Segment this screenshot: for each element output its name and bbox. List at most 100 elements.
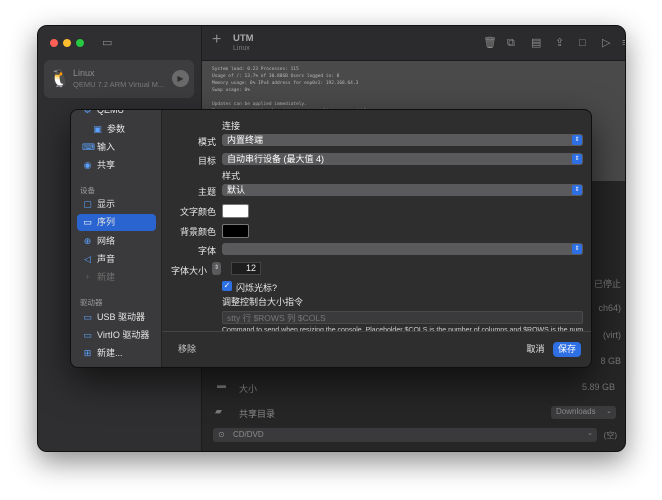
vm-subtitle: QEMU 7.2 ARM Virtual M... xyxy=(73,80,165,89)
minimize-window-button[interactable] xyxy=(63,39,71,47)
machine-value: (virt) xyxy=(603,330,621,340)
shared-dir-label: 共享目录 xyxy=(239,409,276,419)
resize-command-input[interactable] xyxy=(222,311,583,324)
console-line: Memory usage: 6% IPv4 address for enp0s1… xyxy=(212,81,359,86)
sidebar-item-label: 共享 xyxy=(97,160,116,170)
style-heading: 样式 xyxy=(222,171,241,181)
cd-label: CD/DVD xyxy=(233,430,264,439)
size-label: 大小 xyxy=(239,384,258,394)
cd-select[interactable]: ⊙ CD/DVD ⌄ xyxy=(213,428,597,442)
bg-color-well[interactable] xyxy=(222,224,249,238)
shared-dir-value: Downloads xyxy=(556,407,596,416)
stop-icon[interactable]: □ xyxy=(579,37,586,49)
vm-name: Linux xyxy=(73,68,95,78)
toolbar-title: UTM xyxy=(233,33,254,44)
font-size-stepper[interactable]: ⇕ xyxy=(212,262,221,275)
sidebar-item-label: 显示 xyxy=(97,199,116,209)
sidebar-item-label: 参数 xyxy=(107,124,126,134)
text-color-label: 文字颜色 xyxy=(179,207,216,217)
remove-button[interactable]: 移除 xyxy=(171,342,203,357)
font-size-label: 字体大小 xyxy=(170,266,207,276)
drive-icon: ▭ xyxy=(83,312,92,322)
size-icon: ▬ xyxy=(217,380,226,390)
sidebar-item-qemu[interactable]: ⚙ QEMU xyxy=(77,109,156,119)
sidebar-item-label: 序列 xyxy=(97,217,116,227)
clone-icon[interactable]: ⧉ xyxy=(507,37,515,49)
play-icon[interactable]: ▶ xyxy=(172,70,189,87)
serial-settings-dialog: ⚙ QEMU ▣ 参数 ⌨ 输入 ◉ 共享 设备 ▢ 显示 ▭ 序列 ⊕ 网络 … xyxy=(70,109,592,368)
display-icon: ▢ xyxy=(83,199,92,209)
chevron-down-icon: ⌄ xyxy=(606,408,612,415)
share-icon[interactable]: ⇪ xyxy=(555,37,564,49)
sidebar-item-virtio-drive[interactable]: ▭ VirtIO 驱动器 xyxy=(77,327,156,344)
run-icon[interactable]: ▷ xyxy=(602,37,610,49)
sound-icon: ◁ xyxy=(84,254,91,264)
mode-value: 内置终端 xyxy=(227,135,264,145)
disc-icon: ⊙ xyxy=(218,430,225,439)
settings-icon[interactable]: ≡ xyxy=(622,37,625,49)
sidebar-item-label: 声音 xyxy=(97,254,116,264)
console-line: Usage of /: 13.7% of 30.88GB Users logge… xyxy=(212,74,340,79)
close-window-button[interactable] xyxy=(50,39,58,47)
trash-icon[interactable]: 🗑 xyxy=(483,37,497,49)
blink-cursor-label: 闪烁光标? xyxy=(236,283,278,293)
font-select[interactable]: ⇕ xyxy=(222,243,583,255)
network-icon: ⊕ xyxy=(83,236,92,246)
target-label: 目标 xyxy=(197,156,216,166)
vm-list-item[interactable]: 🐧 Linux QEMU 7.2 ARM Virtual M... ▶ xyxy=(44,60,194,98)
sidebar-item-label: 网络 xyxy=(97,236,116,246)
theme-label: 主题 xyxy=(197,187,216,197)
console-line: System load: 0.23 Processes: 115 xyxy=(212,67,299,72)
cd-value: (空) xyxy=(603,431,617,440)
target-value: 自动串行设备 (最大值 4) xyxy=(227,154,325,164)
chevron-updown-icon: ⇕ xyxy=(572,185,582,195)
sidebar-item-display[interactable]: ▢ 显示 xyxy=(77,196,156,213)
chevron-updown-icon: ⇕ xyxy=(572,135,582,145)
sidebar-item-label: VirtIO 驱动器 xyxy=(97,330,150,340)
serial-icon: ▭ xyxy=(83,217,92,227)
mode-select[interactable]: 内置终端 ⇕ xyxy=(222,134,583,146)
cancel-button[interactable]: 取消 xyxy=(520,342,551,357)
sidebar-item-sharing[interactable]: ◉ 共享 xyxy=(77,157,156,174)
target-select[interactable]: 自动串行设备 (最大值 4) ⇕ xyxy=(222,153,583,165)
settings-sidebar: ⚙ QEMU ▣ 参数 ⌨ 输入 ◉ 共享 设备 ▢ 显示 ▭ 序列 ⊕ 网络 … xyxy=(71,109,162,367)
folder-icon: ▰ xyxy=(215,406,222,416)
theme-value: 默认 xyxy=(227,185,246,195)
linux-logo-icon: 🐧 xyxy=(49,69,71,88)
bg-color-label: 背景颜色 xyxy=(179,227,216,237)
drives-section-header: 驱动器 xyxy=(80,298,103,307)
arch-value: ch64) xyxy=(598,303,621,313)
status-value: 已停止 xyxy=(593,279,621,289)
text-color-well[interactable] xyxy=(222,204,249,218)
sidebar-item-serial[interactable]: ▭ 序列 xyxy=(77,214,156,231)
file-icon[interactable]: ▤ xyxy=(531,37,541,49)
size-value: 5.89 GB xyxy=(581,382,615,392)
toolbar-subtitle: Linux xyxy=(233,45,250,52)
shared-dir-select[interactable]: Downloads ⌄ xyxy=(551,406,616,419)
font-size-input[interactable]: 12 xyxy=(231,262,261,275)
chevron-updown-icon: ⇕ xyxy=(572,244,582,254)
blink-cursor-checkbox[interactable]: ✓ xyxy=(222,281,232,291)
console-line: Swap usage: 0% xyxy=(212,88,250,93)
sidebar-item-label: 新建... xyxy=(97,348,123,358)
share-icon: ◉ xyxy=(83,160,92,170)
sidebar-item-usb-drive[interactable]: ▭ USB 驱动器 xyxy=(77,309,156,326)
save-button[interactable]: 保存 xyxy=(553,342,581,357)
keyboard-icon: ⌨ xyxy=(82,142,95,152)
sidebar-item-new-drive[interactable]: ⊞ 新建... xyxy=(77,345,156,362)
resize-command-label: 调整控制台大小指令 xyxy=(222,297,304,307)
sidebar-item-network[interactable]: ⊕ 网络 xyxy=(77,233,156,250)
devices-section-header: 设备 xyxy=(80,186,95,195)
gear-icon: ⚙ xyxy=(83,109,92,115)
sidebar-item-input[interactable]: ⌨ 输入 xyxy=(77,139,156,156)
zoom-window-button[interactable] xyxy=(76,39,84,47)
chevron-updown-icon: ⇕ xyxy=(572,154,582,164)
list-icon: ▣ xyxy=(93,124,102,134)
theme-select[interactable]: 默认 ⇕ xyxy=(222,184,583,196)
memory-value: 8 GB xyxy=(600,356,621,366)
sidebar-item-label: QEMU xyxy=(97,109,124,115)
add-vm-button[interactable]: + xyxy=(212,32,221,48)
console-line: Updates can be applied immediately. xyxy=(212,102,307,107)
sidebar-item-label: 新建 xyxy=(97,272,116,282)
sidebar-toggle-icon[interactable]: ▭ xyxy=(102,37,112,49)
